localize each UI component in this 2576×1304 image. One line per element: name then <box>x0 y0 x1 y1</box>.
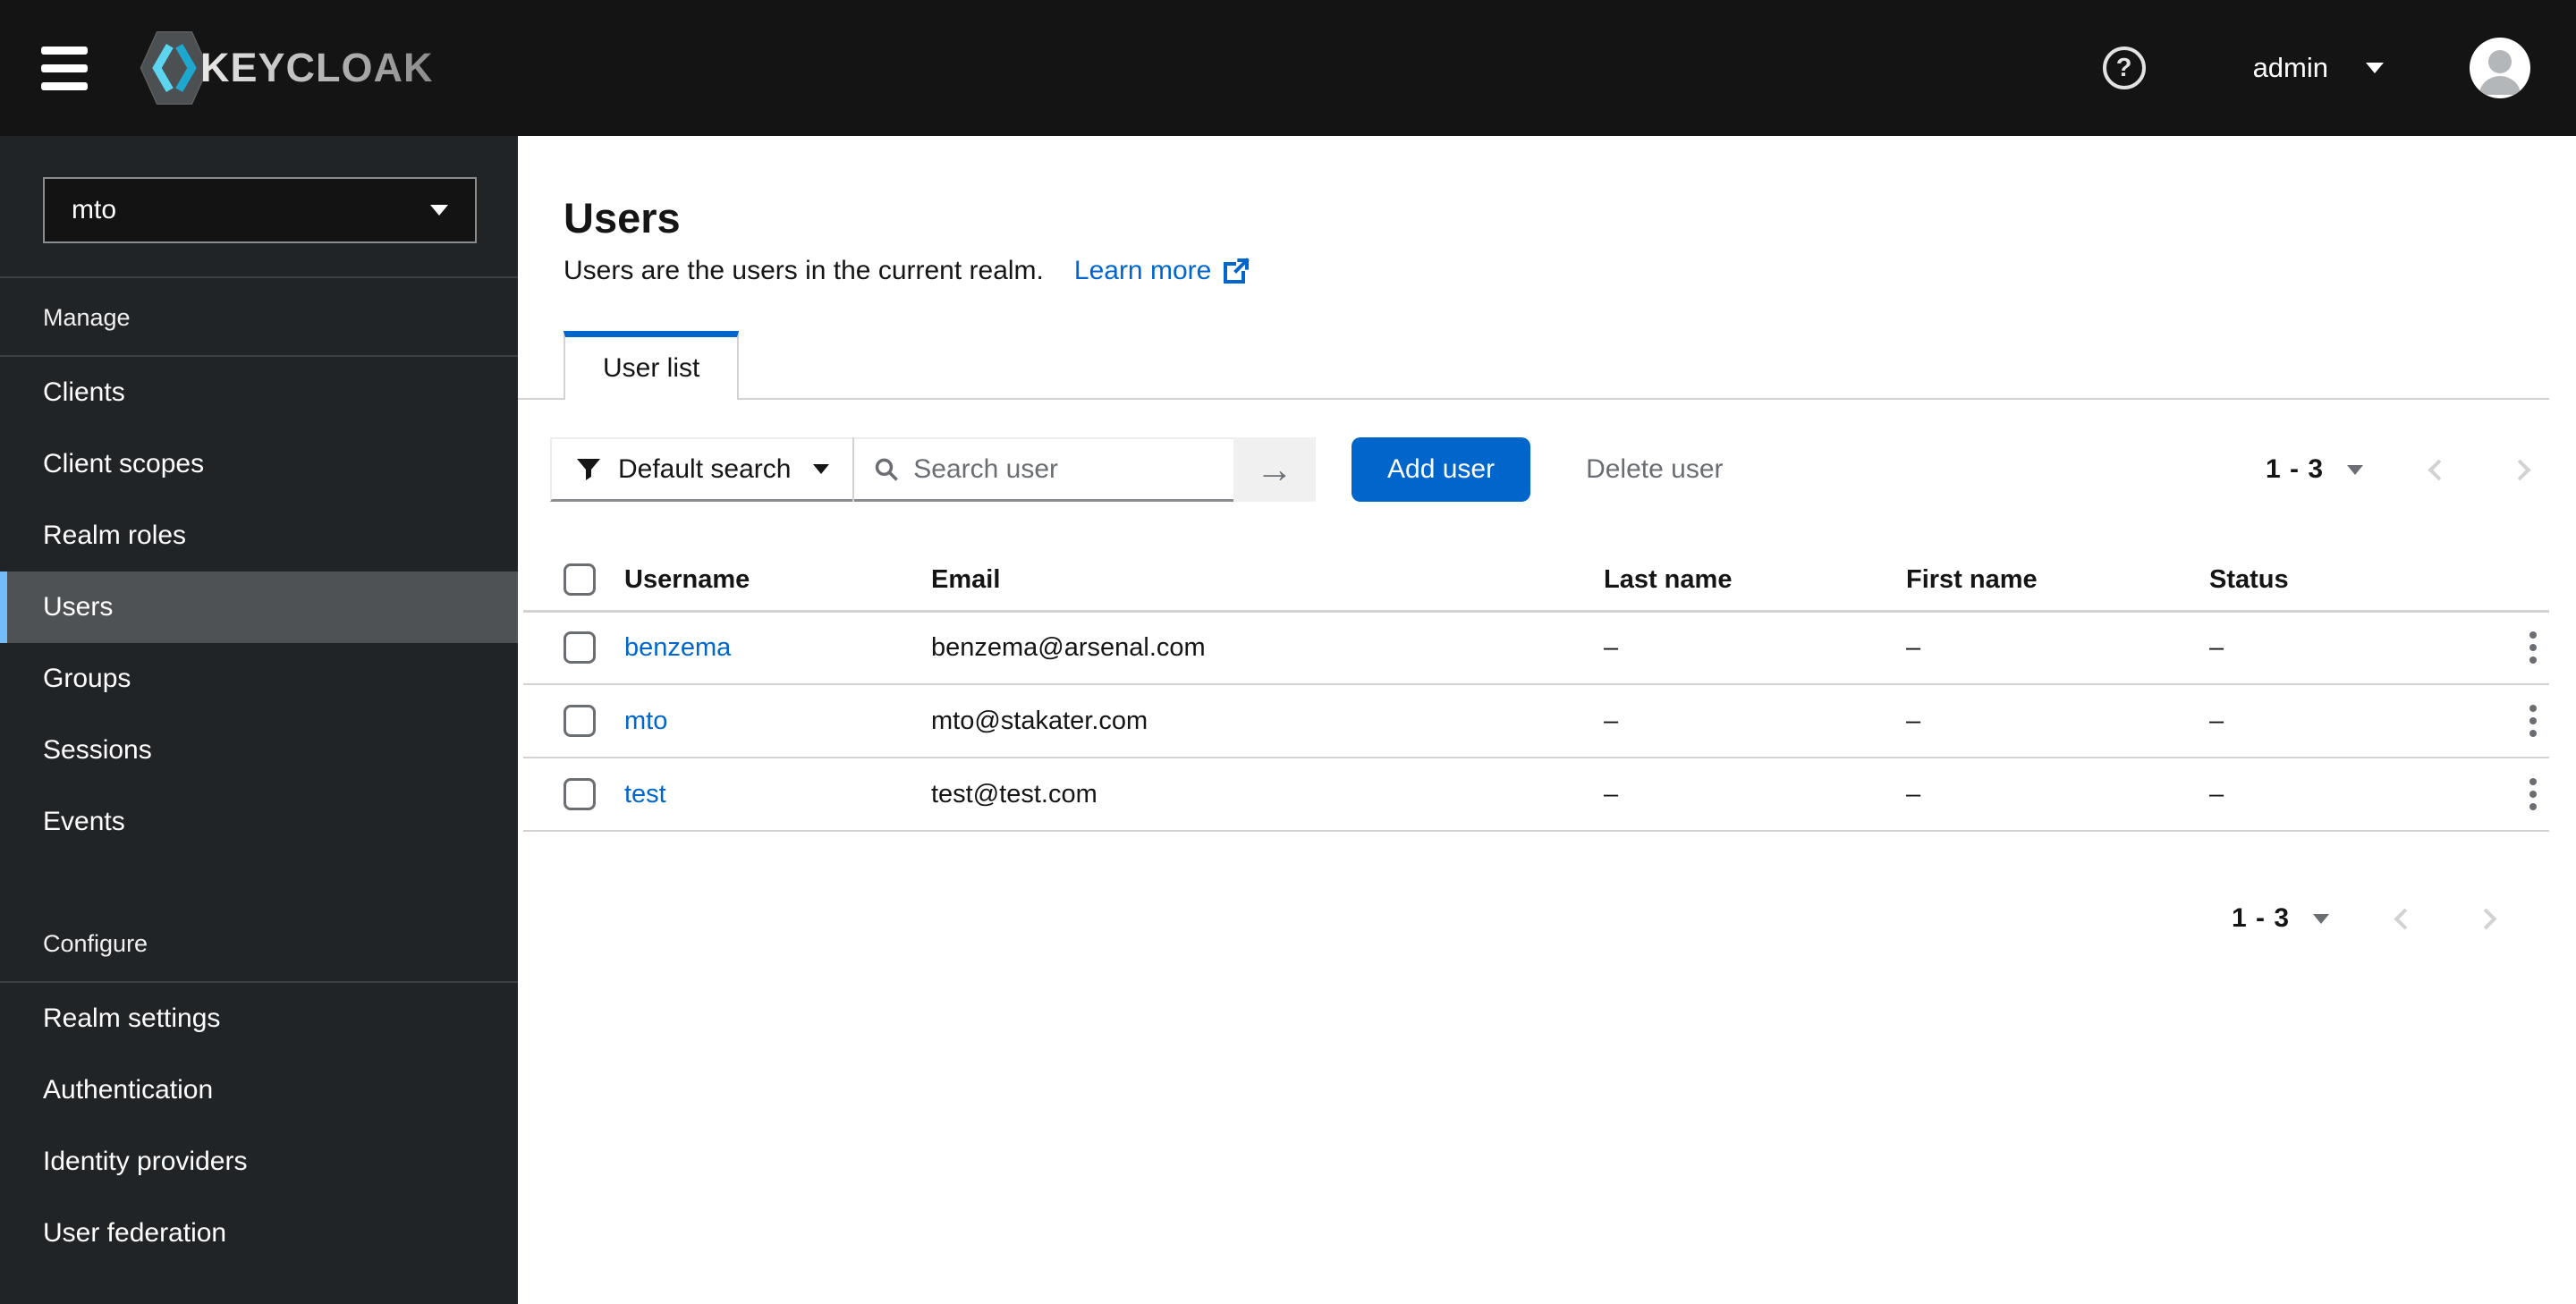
chevron-down-icon <box>430 205 448 216</box>
column-header-last-name: Last name <box>1604 550 1906 613</box>
nav-section-configure: Configure <box>43 930 148 957</box>
help-icon[interactable]: ? <box>2102 47 2146 89</box>
external-link-icon <box>1224 258 1250 284</box>
column-header-email: Email <box>931 550 1604 613</box>
main-content: Users Users are the users in the current… <box>518 136 2576 1304</box>
chevron-down-icon <box>813 464 829 474</box>
pagination-range: 1 - 3 <box>2231 903 2290 933</box>
top-pagination: 1 - 3 <box>2265 454 2531 485</box>
next-page-chevron-icon[interactable] <box>2475 907 2497 930</box>
select-row-checkbox[interactable] <box>564 631 596 665</box>
user-menu-label: admin <box>2252 52 2328 83</box>
row-actions-kebab-icon[interactable] <box>2517 769 2549 819</box>
last-name-cell: – <box>1604 611 1906 685</box>
filter-icon <box>577 458 600 480</box>
tab-strip: User list <box>518 331 2549 400</box>
realm-selector[interactable]: mto <box>43 177 477 243</box>
first-name-cell: – <box>1906 684 2209 758</box>
select-all-checkbox[interactable] <box>564 563 596 597</box>
sidebar-item-groups[interactable]: Groups <box>0 643 518 715</box>
learn-more-link[interactable]: Learn more <box>1074 254 1250 288</box>
previous-page-chevron-icon[interactable] <box>2428 458 2450 481</box>
pagination-range: 1 - 3 <box>2265 454 2324 484</box>
column-header-status: Status <box>2209 550 2478 613</box>
select-row-checkbox[interactable] <box>564 778 596 810</box>
status-cell: – <box>2209 684 2478 758</box>
keycloak-hexagon-icon <box>140 31 209 105</box>
email-cell: mto@stakater.com <box>931 684 1604 758</box>
first-name-cell: – <box>1906 758 2209 832</box>
table-row: benzema benzema@arsenal.com – – – <box>523 611 2549 685</box>
user-menu[interactable]: admin <box>2253 52 2384 84</box>
status-cell: – <box>2209 611 2478 685</box>
realm-selector-value: mto <box>72 195 117 224</box>
pagination-menu-caret-icon[interactable] <box>2313 913 2329 924</box>
last-name-cell: – <box>1604 684 1906 758</box>
search-submit-arrow-button[interactable]: → <box>1233 437 1316 502</box>
sidebar-item-user-federation[interactable]: User federation <box>0 1198 518 1269</box>
search-type-dropdown[interactable]: Default search <box>550 437 852 502</box>
sidebar-item-identity-providers[interactable]: Identity providers <box>0 1126 518 1198</box>
sidebar-item-users[interactable]: Users <box>0 572 518 643</box>
last-name-cell: – <box>1604 758 1906 832</box>
sidebar-item-events[interactable]: Events <box>0 786 518 858</box>
column-header-first-name: First name <box>1906 550 2209 613</box>
sidebar-item-realm-roles[interactable]: Realm roles <box>0 500 518 572</box>
delete-user-button[interactable]: Delete user <box>1586 454 1723 485</box>
keycloak-logo: KEYCLOAK <box>140 30 434 106</box>
email-cell: test@test.com <box>931 758 1604 832</box>
sidebar-item-authentication[interactable]: Authentication <box>0 1054 518 1126</box>
row-actions-kebab-icon[interactable] <box>2517 622 2549 673</box>
users-table: Username Email Last name First name Stat… <box>523 550 2549 832</box>
column-header-username: Username <box>624 550 931 613</box>
chevron-down-icon <box>2366 63 2384 73</box>
page-description: Users are the users in the current realm… <box>564 256 1044 285</box>
nav-toggle-hamburger-icon[interactable] <box>41 46 88 90</box>
bottom-pagination: 1 - 3 <box>564 903 2549 934</box>
brand-text: KEYCLOAK <box>200 45 434 90</box>
username-link[interactable]: mto <box>624 707 667 735</box>
avatar[interactable] <box>2470 38 2530 98</box>
first-name-cell: – <box>1906 611 2209 685</box>
add-user-button[interactable]: Add user <box>1352 437 1531 502</box>
select-row-checkbox[interactable] <box>564 705 596 737</box>
learn-more-label: Learn more <box>1073 256 1212 285</box>
previous-page-chevron-icon[interactable] <box>2394 907 2416 930</box>
row-actions-kebab-icon[interactable] <box>2517 696 2549 746</box>
search-input[interactable] <box>913 453 1214 485</box>
username-link[interactable]: test <box>624 780 666 809</box>
table-row: mto mto@stakater.com – – – <box>523 684 2549 758</box>
search-icon <box>875 458 898 481</box>
sidebar-item-client-scopes[interactable]: Client scopes <box>0 428 518 500</box>
sidebar-item-realm-settings[interactable]: Realm settings <box>0 983 518 1054</box>
sidebar: mto Manage Clients Client scopes Realm r… <box>0 136 518 1304</box>
sidebar-item-sessions[interactable]: Sessions <box>0 715 518 786</box>
person-icon <box>2479 50 2521 95</box>
pagination-menu-caret-icon[interactable] <box>2347 464 2363 475</box>
page-title: Users <box>564 194 681 241</box>
table-row: test test@test.com – – – <box>523 758 2549 832</box>
username-link[interactable]: benzema <box>624 633 731 662</box>
nav-section-manage: Manage <box>43 304 131 331</box>
search-box <box>854 437 1233 502</box>
nav-list-manage: Clients Client scopes Realm roles Users … <box>0 357 518 858</box>
next-page-chevron-icon[interactable] <box>2509 458 2531 481</box>
search-type-label: Default search <box>618 453 792 484</box>
status-cell: – <box>2209 758 2478 832</box>
tab-user-list[interactable]: User list <box>564 331 740 400</box>
table-header-row: Username Email Last name First name Stat… <box>523 550 2549 613</box>
masthead-right: ? admin <box>2102 38 2530 98</box>
masthead: KEYCLOAK ? admin <box>0 0 2576 136</box>
toolbar: Default search → Add user Delete user 1 … <box>550 437 2549 502</box>
email-cell: benzema@arsenal.com <box>931 611 1604 685</box>
nav-list-configure: Realm settings Authentication Identity p… <box>0 983 518 1269</box>
sidebar-item-clients[interactable]: Clients <box>0 357 518 428</box>
